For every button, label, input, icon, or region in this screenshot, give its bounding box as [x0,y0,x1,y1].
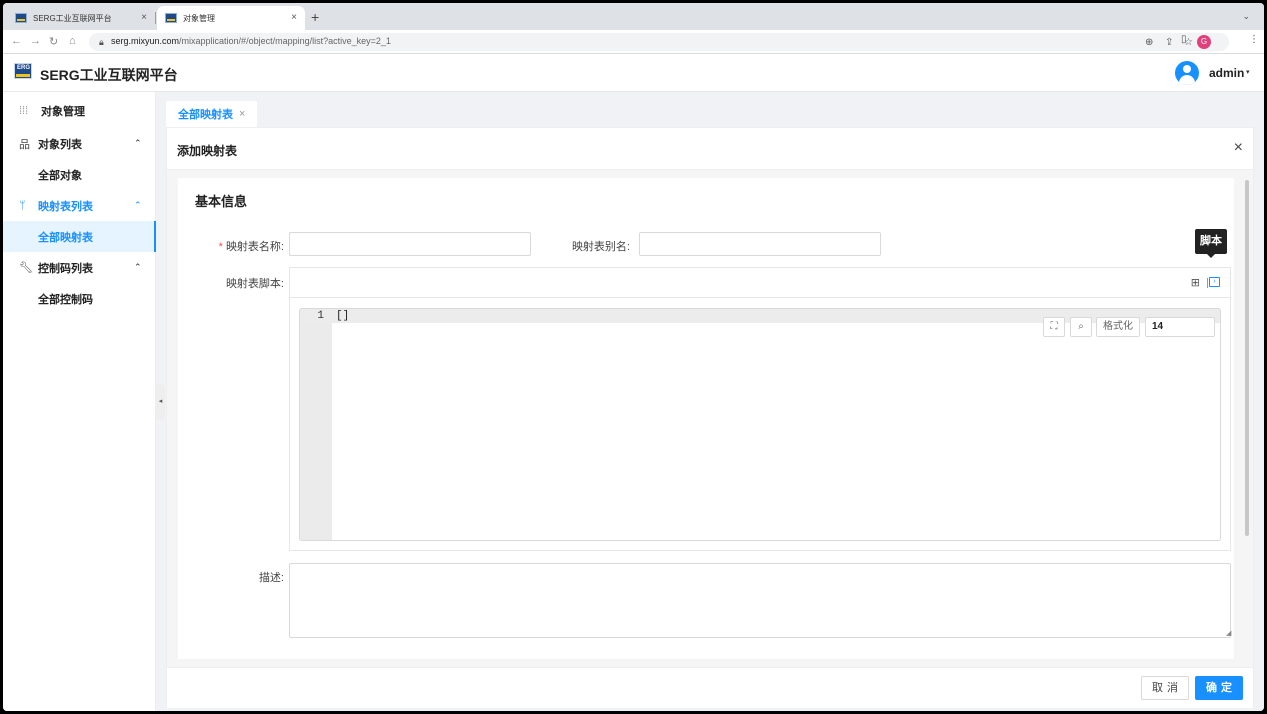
hierarchy-icon: 品 [19,138,30,151]
profile-avatar[interactable]: G [1197,35,1211,49]
reload-icon[interactable]: ↻ [49,35,58,48]
mapping-alias-input[interactable] [639,232,881,256]
side-panel-icon[interactable]: ▯ [1181,34,1187,45]
description-textarea[interactable] [289,563,1231,638]
browser-tab-object-management[interactable]: 对象管理 × [157,6,305,30]
main-content: 全部映射表 × 添加映射表 × 基本信息 * 映射表名称: 映射表别名: 映射表脚… [156,92,1264,711]
resize-handle-icon[interactable]: ◢ [1226,629,1232,658]
alias-label: 映射表别名: [571,241,630,253]
name-label: * 映射表名称: [218,241,284,253]
close-tab-icon[interactable]: × [291,12,297,23]
dialog-body: 基本信息 * 映射表名称: 映射表别名: 映射表脚本: ⊞ › 1 [] ⛶ ⌕… [167,170,1253,667]
sidebar-collapse-handle[interactable]: ◂ [156,384,165,420]
sidebar-item-all-mappings[interactable]: 全部映射表 [3,221,156,252]
script-toolbar: ⊞ › [290,268,1230,298]
scrollbar[interactable] [1245,180,1249,536]
share-icon[interactable]: ⇪ [1165,37,1173,48]
favicon-icon [165,13,177,23]
zoom-icon[interactable]: ⊕ [1145,37,1153,48]
line-number: 1 [317,310,324,322]
visual-mode-icon[interactable]: ⊞ [1191,276,1200,289]
code-editor[interactable]: 1 [] ⛶ ⌕ 格式化 14 [299,308,1221,541]
grid-icon: ⁞⁞⁞ [19,104,29,117]
close-icon[interactable]: × [1234,139,1243,157]
dialog-footer: 取消 确定 [167,667,1253,708]
browser-tab-title: SERG工业互联网平台 [33,13,112,23]
address-bar[interactable]: 🔒︎ serg.mixyun.com/mixapplication/#/obje… [89,33,1229,51]
browser-tab-strip: SERG工业互联网平台 × 对象管理 × + ⌄ [3,3,1264,30]
wrench-icon: 🔧︎ [19,262,33,274]
new-tab-button[interactable]: + [311,9,319,25]
logo: ERG [14,63,32,79]
editor-gutter [300,309,332,540]
back-icon[interactable]: ← [11,35,22,47]
lock-icon[interactable]: 🔒︎ [99,37,104,48]
search-icon[interactable]: ⌕ [1070,317,1092,337]
browser-toolbar: ← → ↻ ⌂ 🔒︎ serg.mixyun.com/mixapplicatio… [3,30,1264,54]
dialog-header: 添加映射表 × [167,128,1253,170]
branch-icon: ᛘ [19,199,26,212]
tab-all-mappings[interactable]: 全部映射表 × [166,101,258,127]
chevron-down-icon[interactable]: ▾ [1246,68,1250,76]
browser-tab-platform[interactable]: SERG工业互联网平台 × [7,6,155,30]
format-button[interactable]: 格式化 [1096,317,1140,337]
sidebar-group-mapping[interactable]: ᛘ 映射表列表 ⌃ [3,190,156,221]
add-mapping-dialog: 添加映射表 × 基本信息 * 映射表名称: 映射表别名: 映射表脚本: ⊞ › … [166,127,1254,708]
app-title: SERG工业互联网平台 [40,67,178,83]
close-icon[interactable]: × [239,108,245,120]
sidebar-title: ⁞⁞⁞ 对象管理 [19,104,85,118]
browser-tab-title: 对象管理 [183,13,215,23]
app-header: ERG SERG工业互联网平台 admin ▾ [3,54,1264,92]
url-text: serg.mixyun.com/mixapplication/#/object/… [111,36,391,46]
script-tooltip: 脚本 [1195,229,1227,258]
tab-label: 全部映射表 [178,109,233,121]
chevron-up-icon: ⌃ [134,262,142,272]
script-mode-icon[interactable]: › [1209,277,1220,287]
browser-window: SERG工业互联网平台 × 对象管理 × + ⌄ ← → ↻ ⌂ 🔒︎ serg… [3,3,1264,711]
mapping-name-input[interactable] [289,232,531,256]
favicon-icon [15,13,27,23]
script-label: 映射表脚本: [225,278,284,290]
username[interactable]: admin [1209,66,1244,80]
script-editor-container: ⊞ › 1 [] ⛶ ⌕ 格式化 14 [289,267,1231,551]
sidebar-group-objects[interactable]: 品 对象列表 ⌃ [3,128,156,159]
chevron-up-icon: ⌃ [134,200,142,210]
browser-menu-icon[interactable]: ⋮ [1249,34,1259,45]
close-tab-icon[interactable]: × [141,12,147,23]
section-title: 基本信息 [195,194,248,209]
font-size-input[interactable]: 14 [1145,317,1215,337]
user-avatar-icon[interactable] [1175,61,1199,85]
sidebar-group-control-codes[interactable]: 🔧︎ 控制码列表 ⌃ [3,252,156,283]
home-icon[interactable]: ⌂ [69,35,76,47]
sidebar-item-all-control-codes[interactable]: 全部控制码 [3,283,156,314]
tab-separator [155,12,156,24]
fullscreen-icon[interactable]: ⛶ [1043,317,1065,337]
tab-search-icon[interactable]: ⌄ [1242,11,1250,22]
toolbar-divider [1207,278,1208,288]
forward-icon[interactable]: → [30,35,41,47]
description-label: 描述: [258,572,284,584]
dialog-title: 添加映射表 [177,144,238,158]
code-text[interactable]: [] [336,310,349,322]
basic-info-card: 基本信息 * 映射表名称: 映射表别名: 映射表脚本: ⊞ › 1 [] ⛶ ⌕… [178,178,1234,659]
chevron-up-icon: ⌃ [134,138,142,148]
sidebar-item-all-objects[interactable]: 全部对象 [3,159,156,190]
cancel-button[interactable]: 取消 [1141,676,1189,700]
confirm-button[interactable]: 确定 [1195,676,1243,700]
sidebar: ⁞⁞⁞ 对象管理 品 对象列表 ⌃ 全部对象 ᛘ 映射表列表 ⌃ 全部映射表 🔧… [3,92,156,711]
